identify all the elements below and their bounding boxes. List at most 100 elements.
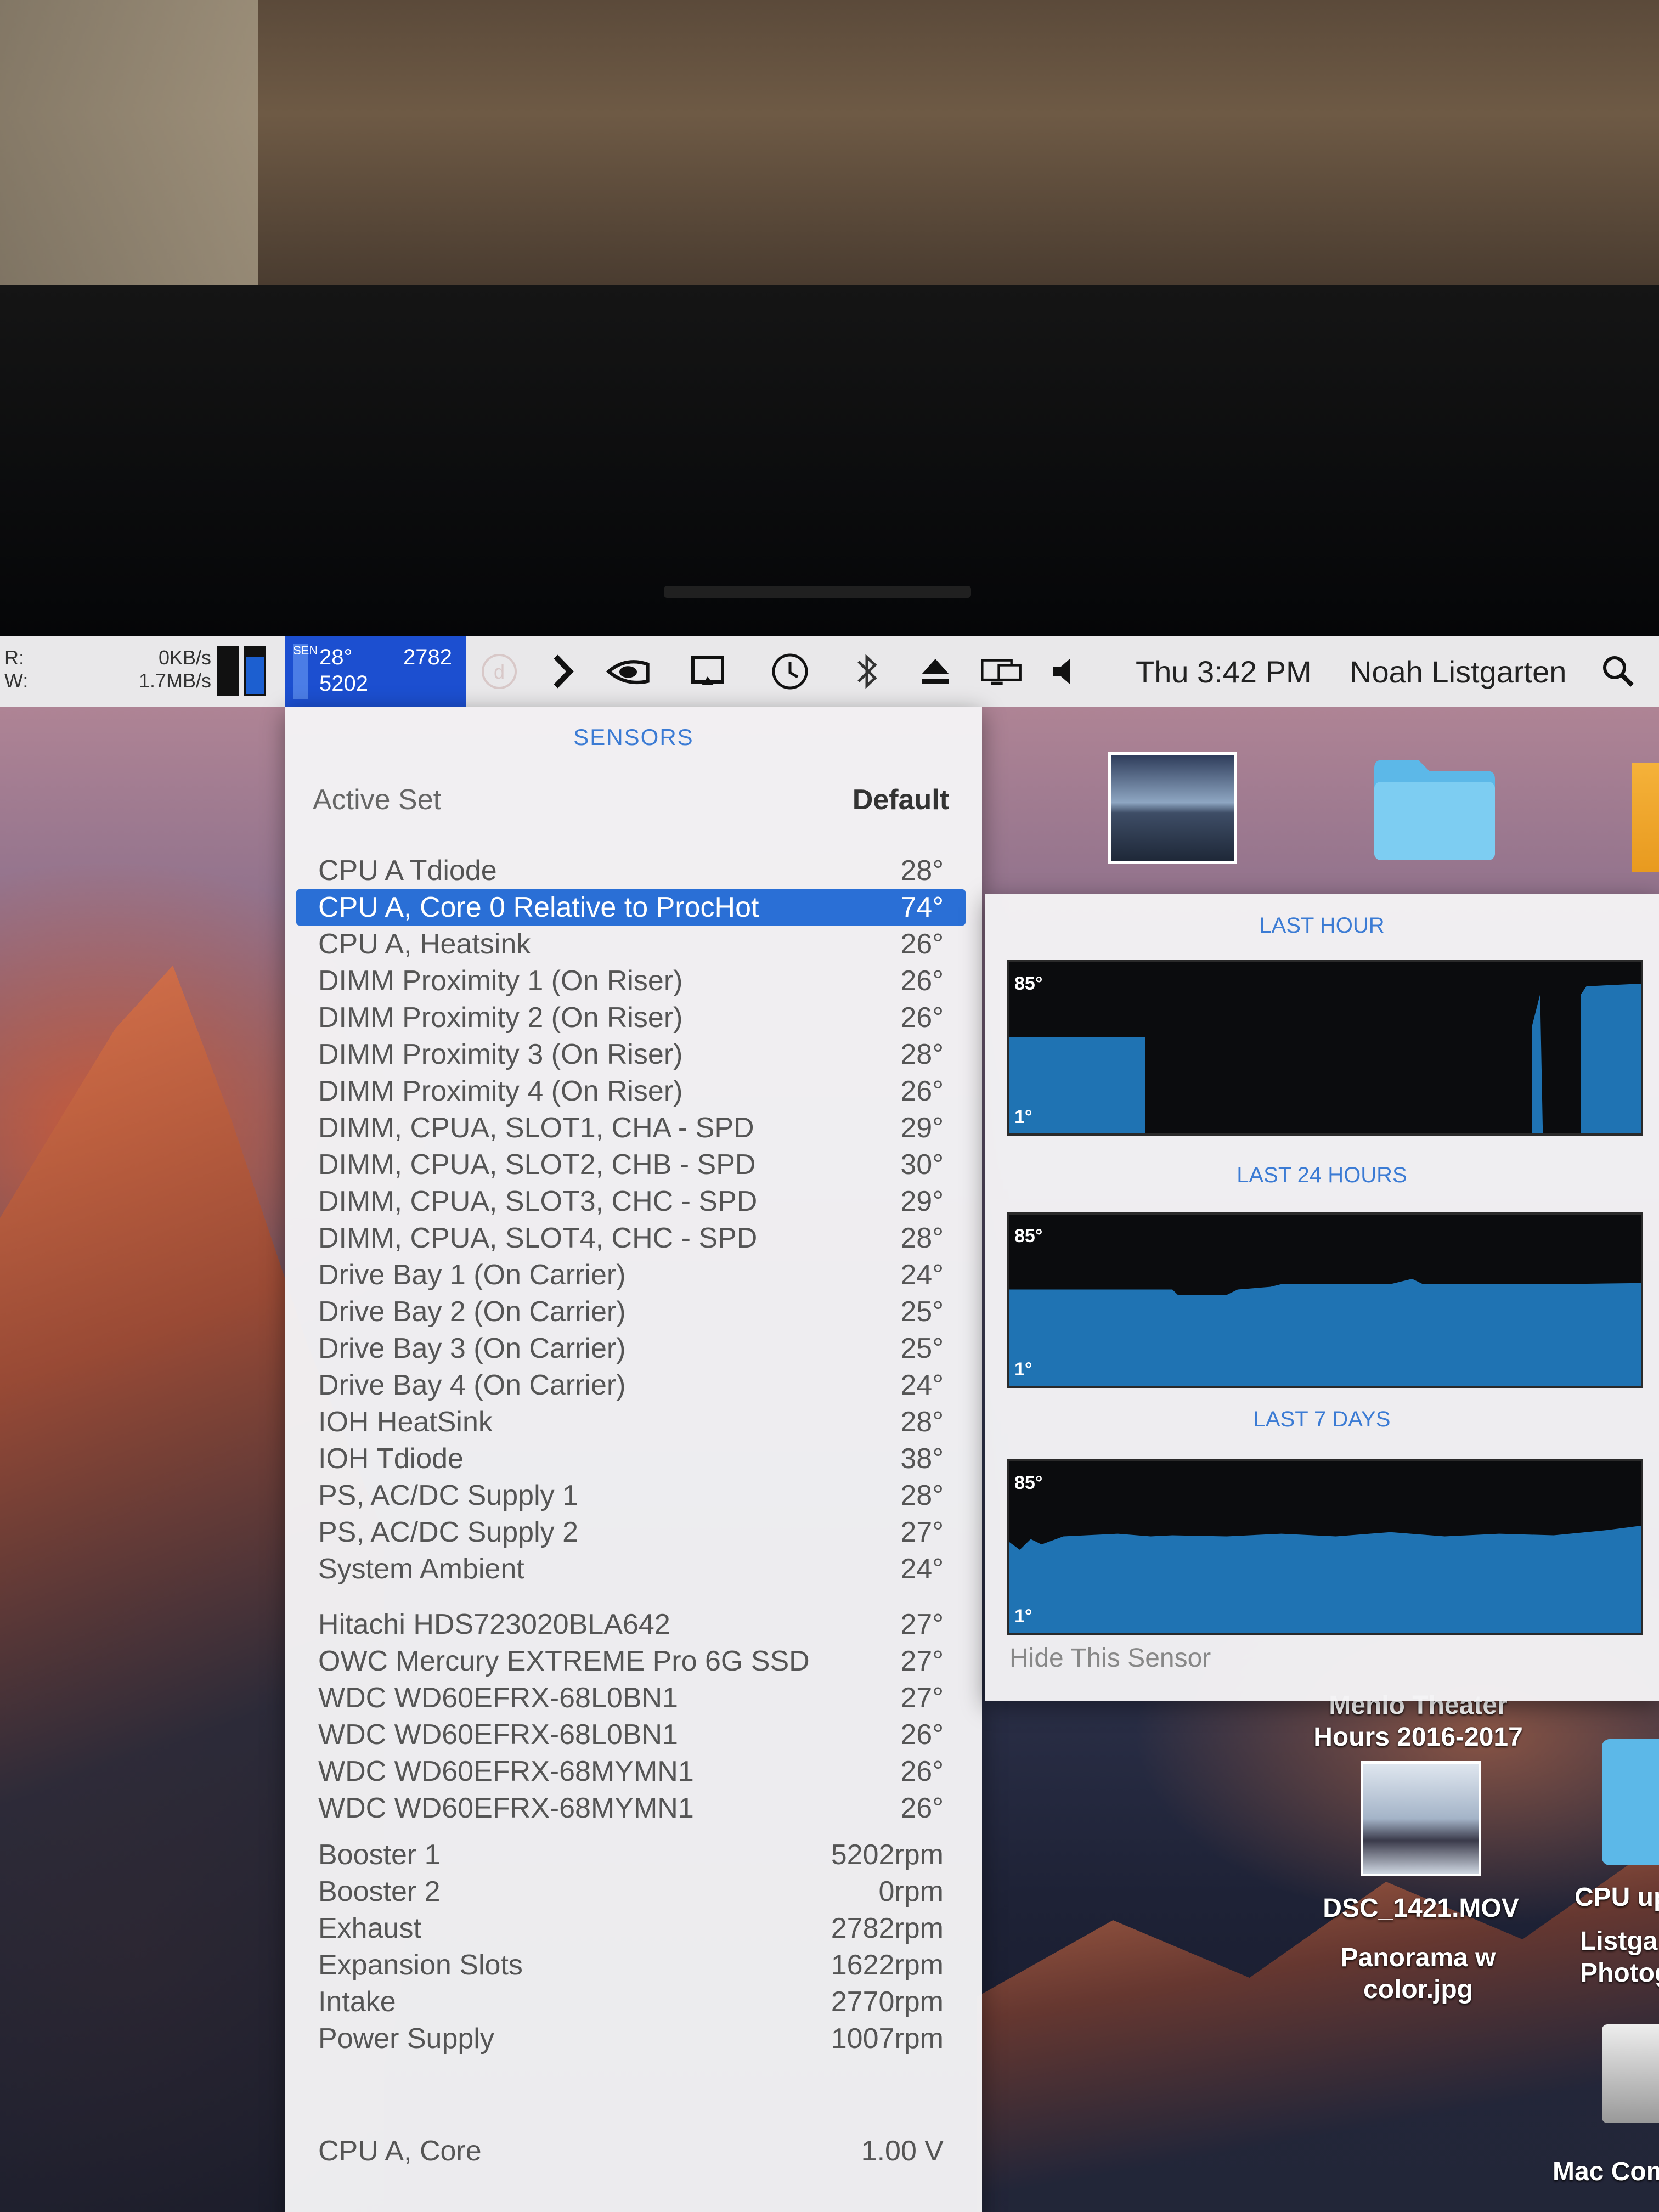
active-set-selector[interactable]: Default (853, 783, 949, 816)
sensor-row[interactable]: IOH Tdiode 38° (296, 1441, 966, 1477)
sensor-value: 1.00 V (861, 2135, 944, 2167)
sensor-name: PS, AC/DC Supply 1 (318, 1480, 578, 1511)
sensor-name: Exhaust (318, 1912, 421, 1944)
sensor-row[interactable]: Hitachi HDS723020BLA642 27° (296, 1606, 966, 1643)
net-values: 0KB/s 1.7MB/s (93, 646, 211, 692)
graph-last-hour: 85° 1° (1007, 960, 1643, 1136)
istat-sensors-menu[interactable]: SEN 28° 5202 2782 (285, 636, 466, 707)
sensor-row[interactable]: DIMM Proximity 3 (On Riser) 28° (296, 1036, 966, 1073)
nvidia-icon[interactable] (606, 650, 650, 693)
sensor-row[interactable]: Drive Bay 4 (On Carrier) 24° (296, 1367, 966, 1403)
sensor-value: 27° (900, 1645, 944, 1677)
write-rate: 1.7MB/s (138, 669, 211, 692)
menubar-rpm-2: 5202 (319, 672, 368, 696)
sensor-name: OWC Mercury EXTREME Pro 6G SSD (318, 1645, 810, 1677)
sensor-name: DIMM Proximity 3 (On Riser) (318, 1039, 683, 1070)
sensor-value: 1622rpm (831, 1949, 944, 1981)
sensor-value: 26° (900, 965, 944, 997)
sensor-row[interactable]: DIMM Proximity 2 (On Riser) 26° (296, 1000, 966, 1036)
dropdown-title: SENSORS (573, 724, 694, 750)
desktop-folder-icon[interactable] (1602, 1739, 1659, 1865)
istat-network-menu[interactable]: R: W: 0KB/s 1.7MB/s (0, 636, 266, 707)
hide-sensor-button[interactable]: Hide This Sensor (1009, 1643, 1211, 1673)
sensor-row[interactable]: DIMM Proximity 4 (On Riser) 26° (296, 1073, 966, 1109)
sensor-name: DIMM Proximity 2 (On Riser) (318, 1002, 683, 1034)
sensor-row[interactable]: DIMM, CPUA, SLOT1, CHA - SPD 29° (296, 1110, 966, 1146)
volume-icon[interactable] (1042, 650, 1086, 693)
sensor-row[interactable]: Booster 1 5202rpm (296, 1837, 966, 1873)
istat-disabled-icon[interactable]: d (477, 650, 521, 693)
sensor-row[interactable]: WDC WD60EFRX-68MYMN1 26° (296, 1753, 966, 1790)
sensor-row[interactable]: Expansion Slots 1622rpm (296, 1947, 966, 1983)
sensor-row[interactable]: CPU A, Heatsink 26° (296, 926, 966, 962)
sensor-row[interactable]: DIMM, CPUA, SLOT2, CHB - SPD 30° (296, 1147, 966, 1183)
sensor-row[interactable]: Drive Bay 2 (On Carrier) 25° (296, 1294, 966, 1330)
sensor-row[interactable]: DIMM Proximity 1 (On Riser) 26° (296, 963, 966, 999)
sensor-row[interactable]: DIMM, CPUA, SLOT4, CHC - SPD 28° (296, 1220, 966, 1256)
desktop-item-label[interactable]: Listga Photog (1580, 1926, 1659, 1989)
sensor-value: 26° (900, 1792, 944, 1824)
sensor-value: 28° (900, 1039, 944, 1070)
desktop-drive-icon[interactable] (1602, 2024, 1659, 2123)
sensor-row[interactable]: Booster 2 0rpm (296, 1874, 966, 1910)
sensor-value: 5202rpm (831, 1839, 944, 1871)
desktop-video-thumbnail[interactable] (1361, 1761, 1481, 1876)
desktop-folder-icon[interactable] (1372, 752, 1498, 861)
sensor-name: Drive Bay 2 (On Carrier) (318, 1296, 626, 1328)
search-icon[interactable] (1596, 650, 1640, 693)
sensor-row[interactable]: CPU A, Core 1.00 V (296, 2133, 966, 2169)
sensor-row[interactable]: DIMM, CPUA, SLOT3, CHC - SPD 29° (296, 1183, 966, 1220)
sensor-value: 26° (900, 1075, 944, 1107)
desktop-file-icon[interactable] (1632, 763, 1659, 872)
sensor-row[interactable]: PS, AC/DC Supply 2 27° (296, 1514, 966, 1550)
sensor-value: 28° (900, 855, 944, 887)
menu-bar: R: W: 0KB/s 1.7MB/s SEN 28° 5202 2782 d (0, 636, 1659, 707)
menubar-clock[interactable]: Thu 3:42 PM (1136, 636, 1322, 707)
sensor-row[interactable]: Drive Bay 3 (On Carrier) 25° (296, 1330, 966, 1367)
sensor-name: DIMM, CPUA, SLOT3, CHC - SPD (318, 1186, 758, 1217)
sensor-row[interactable]: IOH HeatSink 28° (296, 1404, 966, 1440)
sensor-name: Drive Bay 3 (On Carrier) (318, 1333, 626, 1364)
sensor-row[interactable]: WDC WD60EFRX-68L0BN1 26° (296, 1717, 966, 1753)
sensor-row[interactable]: Intake 2770rpm (296, 1984, 966, 2020)
sensor-name: CPU A, Core (318, 2135, 482, 2167)
sensor-name: Power Supply (318, 2023, 494, 2055)
eject-icon[interactable] (913, 650, 957, 693)
sensor-row[interactable]: WDC WD60EFRX-68MYMN1 26° (296, 1790, 966, 1826)
sensor-name: System Ambient (318, 1553, 524, 1585)
sensor-row[interactable]: WDC WD60EFRX-68L0BN1 27° (296, 1680, 966, 1716)
sensor-value: 27° (900, 1609, 944, 1640)
graph-min-label: 1° (1014, 1606, 1032, 1627)
sensor-row[interactable]: Exhaust 2782rpm (296, 1910, 966, 1946)
sensor-value: 26° (900, 1756, 944, 1787)
graph-max-label: 85° (1014, 973, 1043, 994)
sensor-row[interactable]: Drive Bay 1 (On Carrier) 24° (296, 1257, 966, 1293)
sensor-name: WDC WD60EFRX-68MYMN1 (318, 1792, 694, 1824)
desktop-item-label[interactable]: DSC_1421.MOV (1311, 1893, 1531, 1925)
sensor-row[interactable]: CPU A, Core 0 Relative to ProcHot 74° (296, 889, 966, 926)
sensor-row[interactable]: PS, AC/DC Supply 1 28° (296, 1477, 966, 1514)
sensor-name: Hitachi HDS723020BLA642 (318, 1609, 670, 1640)
sensor-row[interactable]: OWC Mercury EXTREME Pro 6G SSD 27° (296, 1643, 966, 1679)
display-icon[interactable] (979, 650, 1023, 693)
desktop-image-thumbnail[interactable] (1108, 752, 1237, 864)
menubar-username[interactable]: Noah Listgarten (1350, 636, 1580, 707)
graph-last-24-hours: 85° 1° (1007, 1212, 1643, 1388)
desktop-item-label[interactable]: Panorama w color.jpg (1317, 1942, 1520, 2006)
airplay-mirror-icon[interactable] (686, 650, 730, 693)
desktop-item-label[interactable]: Mac Com (1553, 2156, 1659, 2188)
desktop-item-label[interactable]: CPU up (1575, 1882, 1659, 1914)
sensors-dropdown: SENSORS Active Set Default CPU A Tdiode 2… (285, 707, 982, 2212)
sensor-row[interactable]: System Ambient 24° (296, 1551, 966, 1587)
sensor-row[interactable]: Power Supply 1007rpm (296, 2021, 966, 2057)
sensor-row[interactable]: CPU A Tdiode 28° (296, 853, 966, 889)
chevron-right-icon[interactable] (540, 650, 584, 693)
graph-max-label: 85° (1014, 1226, 1043, 1246)
sensor-name: DIMM, CPUA, SLOT1, CHA - SPD (318, 1112, 754, 1144)
time-machine-icon[interactable] (768, 650, 812, 693)
bluetooth-icon[interactable] (845, 650, 889, 693)
monitor-bezel (0, 285, 1659, 636)
sensor-name: Drive Bay 4 (On Carrier) (318, 1369, 626, 1401)
sensor-name: CPU A, Core 0 Relative to ProcHot (318, 891, 759, 923)
sensor-name: Expansion Slots (318, 1949, 523, 1981)
